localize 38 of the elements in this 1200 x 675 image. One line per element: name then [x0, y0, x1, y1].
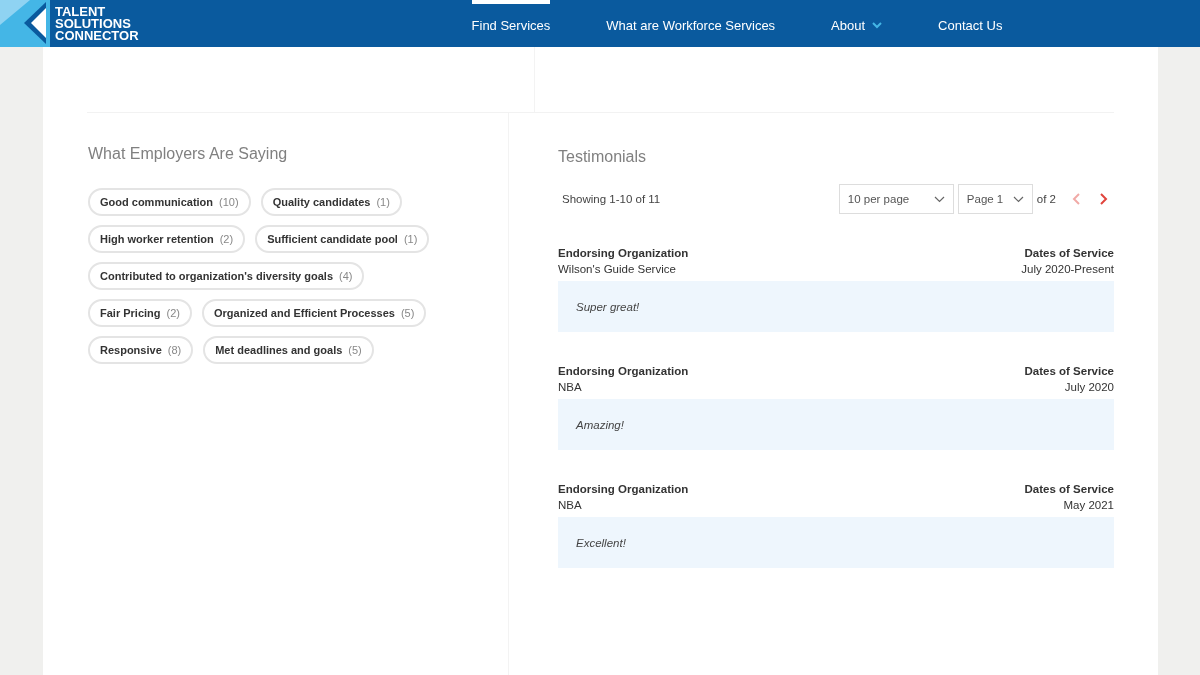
feedback-tag[interactable]: Quality candidates (1) — [260, 188, 402, 216]
column-label: Dates of Service — [1024, 247, 1114, 259]
feedback-tag[interactable]: High worker retention (2) — [88, 225, 246, 253]
column-label: Endorsing Organization — [558, 247, 689, 259]
section-title: Testimonials — [558, 148, 648, 166]
nav-link[interactable]: About — [831, 0, 883, 47]
organization-name: NBA — [558, 499, 582, 511]
testimonial-quote: Amazing! — [558, 399, 1114, 450]
service-dates: July 2020-Present — [1021, 263, 1114, 275]
column-label: Dates of Service — [1024, 365, 1114, 377]
nav-link[interactable]: What are Workforce Services — [606, 0, 776, 47]
feedback-tag[interactable]: Responsive (8) — [88, 336, 194, 364]
logo-text[interactable]: TALENT SOLUTIONS CONNECTOR — [55, 5, 139, 42]
organization-name: Wilson's Guide Service — [558, 263, 676, 275]
feedback-tag[interactable]: Organized and Efficient Processes (5) — [202, 299, 427, 327]
service-dates: May 2021 — [1063, 499, 1114, 511]
page-dropdown[interactable]: Page 1 — [957, 184, 1033, 214]
next-page-icon[interactable] — [1098, 193, 1108, 205]
result-count: Showing 1-10 of 11 — [562, 193, 661, 205]
feedback-tag[interactable]: Good communication (10) — [88, 188, 251, 216]
page-total: of 2 — [1036, 193, 1056, 205]
logo-icon[interactable] — [0, 0, 50, 47]
feedback-tag[interactable]: Sufficient candidate pool (1) — [255, 225, 430, 253]
section-title: What Employers Are Saying — [88, 145, 289, 163]
organization-name: NBA — [558, 381, 582, 393]
feedback-tag[interactable]: Fair Pricing (2) — [88, 299, 192, 327]
testimonial-quote: Excellent! — [558, 517, 1114, 568]
nav-link[interactable]: Contact Us — [938, 0, 1003, 47]
column-label: Endorsing Organization — [558, 483, 689, 495]
per-page-dropdown[interactable]: 10 per page — [838, 184, 954, 214]
feedback-tag[interactable]: Met deadlines and goals (5) — [203, 336, 374, 364]
chevron-down-icon — [933, 195, 945, 203]
feedback-tag[interactable]: Contributed to organization's diversity goals (4) — [88, 262, 365, 290]
chevron-down-icon — [1012, 195, 1024, 203]
column-label: Endorsing Organization — [558, 365, 689, 377]
column-label: Dates of Service — [1024, 483, 1114, 495]
service-dates: July 2020 — [1064, 381, 1114, 393]
testimonial-quote: Super great! — [558, 281, 1114, 332]
